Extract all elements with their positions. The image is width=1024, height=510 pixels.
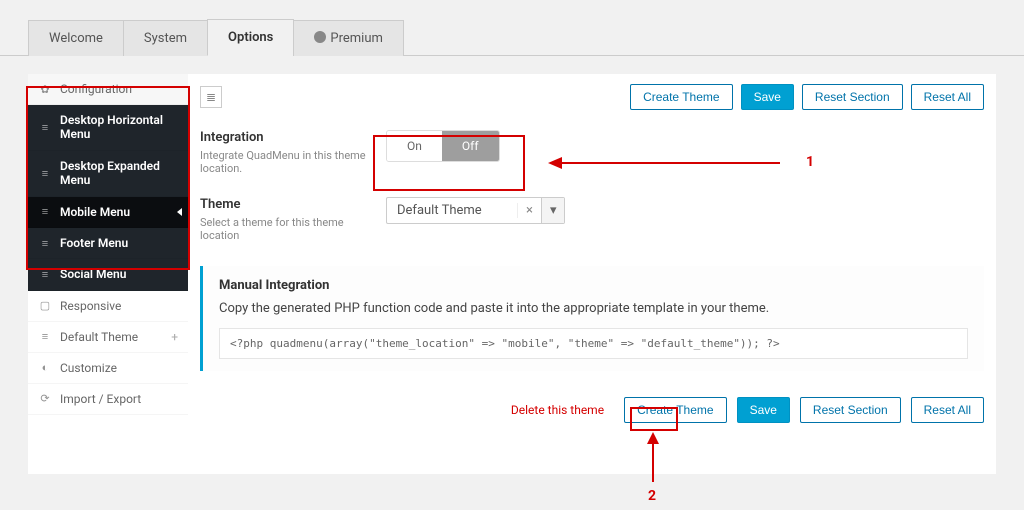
sidebar: ✿ Configuration ≡ Desktop Horizontal Men… (28, 74, 188, 415)
tab-system[interactable]: System (123, 20, 208, 56)
manual-integration-code[interactable]: <?php quadmenu(array("theme_location" =>… (219, 328, 968, 359)
sidebar-item-default-theme[interactable]: ≡ Default Theme + (28, 322, 188, 353)
sidebar-item-label: Desktop Horizontal Menu (60, 113, 178, 142)
annotation-badge-1: 1 (806, 154, 814, 170)
sidebar-item-label: Desktop Expanded Menu (60, 159, 178, 188)
sidebar-item-label: Configuration (60, 82, 132, 96)
chevron-down-icon[interactable]: ▾ (541, 198, 565, 223)
main-content: ≣ Create Theme Save Reset Section Reset … (188, 74, 996, 474)
sidebar-item-label: Default Theme (60, 330, 138, 344)
save-button[interactable]: Save (741, 84, 794, 110)
footer-reset-section-button[interactable]: Reset Section (800, 397, 901, 423)
clear-icon[interactable]: × (517, 203, 541, 218)
reset-section-button[interactable]: Reset Section (802, 84, 903, 110)
manual-integration-title: Manual Integration (219, 278, 968, 293)
tab-premium[interactable]: Premium (293, 20, 404, 56)
gear-icon: ✿ (38, 83, 52, 96)
annotation-badge-2: 2 (648, 488, 656, 504)
integration-toggle[interactable]: On Off (386, 130, 500, 162)
expand-button[interactable]: ≣ (200, 86, 222, 108)
sidebar-item-desktop-horizontal[interactable]: ≡ Desktop Horizontal Menu (28, 105, 188, 151)
sidebar-item-social-menu[interactable]: ≡ Social Menu (28, 259, 188, 290)
tab-premium-label: Premium (330, 31, 383, 46)
sidebar-item-desktop-expanded[interactable]: ≡ Desktop Expanded Menu (28, 151, 188, 197)
manual-integration-desc: Copy the generated PHP function code and… (219, 301, 968, 316)
theme-title: Theme (200, 197, 370, 212)
annotation-arrow-1-line (560, 162, 780, 164)
toggle-on[interactable]: On (387, 131, 442, 161)
toolbar: ≣ Create Theme Save Reset Section Reset … (200, 84, 984, 110)
menu-icon: ≡ (38, 268, 52, 281)
delete-theme-link[interactable]: Delete this theme (511, 403, 604, 417)
integration-field: Integration Integrate QuadMenu in this t… (200, 124, 984, 191)
premium-icon (314, 31, 326, 43)
manual-integration-box: Manual Integration Copy the generated PH… (200, 266, 984, 371)
expand-icon: ≣ (206, 90, 216, 104)
sidebar-item-label: Social Menu (60, 267, 126, 281)
screen-icon: ▢ (38, 299, 52, 312)
sidebar-item-label: Import / Export (60, 392, 141, 406)
theme-desc: Select a theme for this theme location (200, 216, 370, 242)
reset-all-button[interactable]: Reset All (911, 84, 984, 110)
sidebar-item-mobile-menu[interactable]: ≡ Mobile Menu (28, 197, 188, 228)
annotation-arrow-1-head (548, 157, 562, 169)
sidebar-item-footer-menu[interactable]: ≡ Footer Menu (28, 228, 188, 259)
eye-icon: ◐ (38, 361, 52, 374)
plus-icon: + (171, 330, 178, 344)
footer-reset-all-button[interactable]: Reset All (911, 397, 984, 423)
sidebar-item-label: Customize (60, 361, 117, 375)
annotation-arrow-2-head (647, 432, 659, 444)
menu-icon: ≡ (38, 205, 52, 218)
integration-desc: Integrate QuadMenu in this theme locatio… (200, 149, 370, 175)
annotation-arrow-2-line (652, 440, 654, 482)
create-theme-button[interactable]: Create Theme (630, 84, 732, 110)
tab-options[interactable]: Options (207, 19, 294, 56)
sidebar-item-responsive[interactable]: ▢ Responsive (28, 291, 188, 322)
theme-select[interactable]: Default Theme × ▾ (386, 197, 565, 224)
footer-create-theme-button[interactable]: Create Theme (624, 397, 726, 423)
tab-bar: Welcome System Options Premium (0, 0, 1024, 56)
theme-select-value: Default Theme (387, 198, 517, 223)
sidebar-item-label: Mobile Menu (60, 205, 130, 219)
sidebar-item-customize[interactable]: ◐ Customize (28, 353, 188, 384)
toggle-off[interactable]: Off (442, 131, 499, 161)
menu-icon: ≡ (38, 237, 52, 250)
sidebar-item-label: Responsive (60, 299, 121, 313)
menu-icon: ≡ (38, 121, 52, 134)
theme-field: Theme Select a theme for this theme loca… (200, 191, 984, 258)
integration-title: Integration (200, 130, 370, 145)
tab-welcome[interactable]: Welcome (28, 20, 124, 56)
menu-icon: ≡ (38, 167, 52, 180)
options-panel: ✿ Configuration ≡ Desktop Horizontal Men… (28, 74, 996, 474)
refresh-icon: ⟳ (38, 392, 52, 405)
sidebar-item-configuration[interactable]: ✿ Configuration (28, 74, 188, 105)
list-icon: ≡ (38, 330, 52, 343)
footer-toolbar: Delete this theme Create Theme Save Rese… (200, 383, 984, 433)
footer-save-button[interactable]: Save (737, 397, 790, 423)
sidebar-item-label: Footer Menu (60, 236, 128, 250)
sidebar-item-import-export[interactable]: ⟳ Import / Export (28, 384, 188, 415)
